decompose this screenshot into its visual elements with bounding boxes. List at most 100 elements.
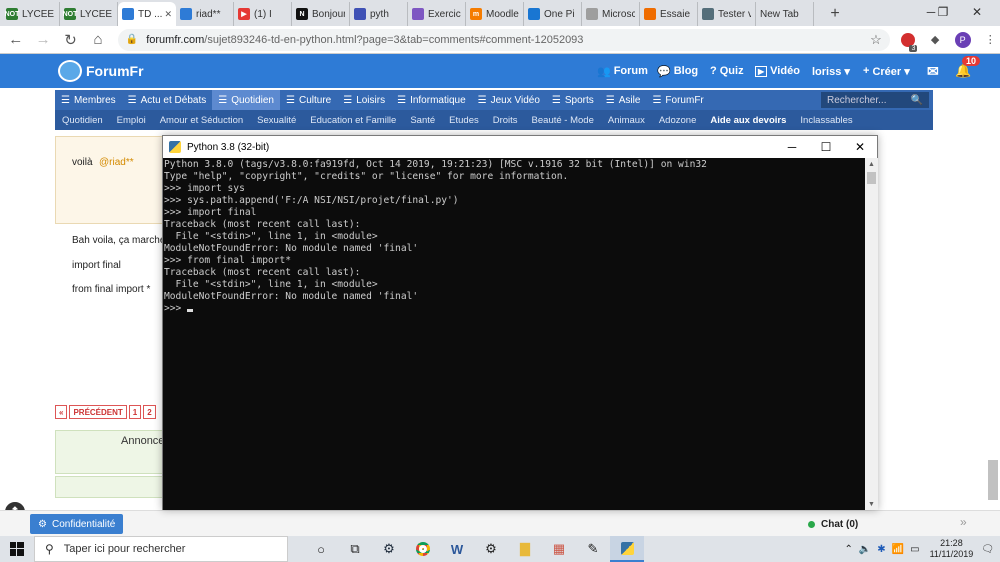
post-mention[interactable]: @riad**	[99, 157, 134, 168]
nav-quiz[interactable]: ? Quiz	[710, 62, 744, 80]
store-icon[interactable]: ▦	[542, 536, 576, 562]
python-taskbar-icon[interactable]	[610, 536, 644, 562]
category-item[interactable]: ☰ Asile	[600, 90, 647, 110]
tab-close-icon[interactable]: ✕	[164, 9, 172, 20]
user-menu[interactable]: loriss ▾	[812, 62, 850, 80]
search-icon[interactable]: 🔍	[911, 95, 923, 106]
browser-tab[interactable]: riad**	[176, 2, 234, 26]
pager-first[interactable]: «	[55, 405, 68, 419]
forward-icon[interactable]: →	[31, 28, 54, 52]
python-console-window[interactable]: Python 3.8 (32-bit) ─ ☐ ✕ Python 3.8.0 (…	[162, 135, 878, 510]
subcategory-item[interactable]: Quotidien	[55, 115, 110, 126]
browser-tab[interactable]: NOTLYCEE (	[60, 2, 118, 26]
nav-blog[interactable]: 💬 Blog	[657, 62, 698, 80]
site-search-input[interactable]: Rechercher... 🔍	[821, 92, 929, 108]
subcategory-item[interactable]: Amour et Séduction	[153, 115, 250, 126]
steam-icon[interactable]: ⚙	[372, 536, 406, 562]
subcategory-item[interactable]: Inclassables	[793, 115, 859, 126]
battery-icon[interactable]: ▭	[910, 544, 919, 555]
category-item[interactable]: ☰ Jeux Vidéo	[472, 90, 546, 110]
chrome-icon[interactable]	[406, 536, 440, 562]
subcategory-item[interactable]: Education et Famille	[303, 115, 403, 126]
python-console-output[interactable]: Python 3.8.0 (tags/v3.8.0:fa919fd, Oct 1…	[163, 158, 865, 510]
browser-tab[interactable]: N Bonjour	[292, 2, 350, 26]
category-item[interactable]: ☰ Informatique	[391, 90, 472, 110]
mail-icon[interactable]: ✉	[927, 62, 939, 80]
python-maximize-icon[interactable]: ☐	[809, 136, 843, 158]
category-item[interactable]: ☰ Loisirs	[337, 90, 391, 110]
subcategory-item[interactable]: Aide aux devoirs	[703, 115, 793, 126]
category-item[interactable]: ☰ Membres	[55, 90, 122, 110]
subcategory-item[interactable]: Adozone	[652, 115, 704, 126]
volume-icon[interactable]: 🔈	[859, 544, 871, 555]
taskbar-search-box[interactable]: ⚲ Taper ici pour rechercher	[34, 536, 288, 562]
chevron-right-icon[interactable]: »	[960, 515, 967, 529]
pager-page-2[interactable]: 2	[143, 405, 156, 419]
browser-tab[interactable]: TD ... ✕	[118, 2, 176, 26]
create-menu[interactable]: + Créer ▾	[863, 62, 910, 80]
browser-tab[interactable]: NOTLYCEE (	[2, 2, 60, 26]
category-item[interactable]: ☰ Culture	[280, 90, 337, 110]
network-icon[interactable]: 📶	[892, 544, 904, 555]
chat-button[interactable]: Chat (0)	[808, 515, 858, 533]
subcategory-item[interactable]: Droits	[486, 115, 525, 126]
subcategory-item[interactable]: Animaux	[601, 115, 652, 126]
category-item[interactable]: ☰ Actu et Débats	[122, 90, 213, 110]
subcategory-item[interactable]: Beauté - Mode	[525, 115, 601, 126]
category-item[interactable]: ☰ ForumFr	[646, 90, 709, 110]
home-icon[interactable]: ⌂	[86, 28, 109, 52]
browser-tab[interactable]: New Tab	[756, 2, 814, 26]
browser-tab[interactable]: One Pi	[524, 2, 582, 26]
scrollbar-thumb[interactable]	[867, 172, 876, 184]
browser-tab[interactable]: ▶ (1) I	[234, 2, 292, 26]
pager-page-1[interactable]: 1	[128, 405, 142, 419]
pager-prev[interactable]: PRÉCÉDENT	[69, 405, 127, 419]
python-window-titlebar[interactable]: Python 3.8 (32-bit)	[163, 136, 877, 158]
scroll-up-arrow-icon[interactable]: ▲	[865, 158, 878, 170]
subcategory-item[interactable]: Etudes	[442, 115, 486, 126]
category-item[interactable]: ☰ Quotidien	[212, 90, 280, 110]
browser-tab[interactable]: pyth	[350, 2, 408, 26]
subcategory-item[interactable]: Santé	[403, 115, 442, 126]
page-scrollbar[interactable]	[988, 460, 998, 500]
browser-tab[interactable]: Tester v	[698, 2, 756, 26]
python-minimize-icon[interactable]: ─	[775, 136, 809, 158]
file-explorer-icon[interactable]: ▇	[508, 536, 542, 562]
category-item[interactable]: ☰ Sports	[546, 90, 600, 110]
nav-video[interactable]: ▶ Vidéo	[755, 62, 800, 80]
restore-icon[interactable]: ❐	[928, 0, 958, 24]
console-prompt-line[interactable]: >>>	[164, 303, 864, 315]
cortana-icon[interactable]: ○	[304, 536, 338, 562]
nav-forum[interactable]: 👥 Forum	[597, 62, 648, 80]
windows-start-icon[interactable]	[0, 536, 34, 562]
scroll-down-arrow-icon[interactable]: ▼	[865, 498, 878, 510]
cast-icon[interactable]: ◆	[925, 30, 945, 50]
site-logo[interactable]: ForumFr	[58, 59, 144, 83]
browser-tab[interactable]: m Moodle	[466, 2, 524, 26]
notification-center-icon[interactable]: 🗨	[981, 544, 994, 555]
subcategory-item[interactable]: Emploi	[110, 115, 153, 126]
menu-kebab-icon[interactable]: ⋮	[980, 30, 1000, 50]
bookmark-star-icon[interactable]: ☆	[870, 32, 882, 48]
settings-icon[interactable]: ⚙	[474, 536, 508, 562]
profile-avatar[interactable]: P	[953, 30, 973, 50]
browser-tab[interactable]: Exercic	[408, 2, 466, 26]
bluetooth-icon[interactable]: ✱	[877, 544, 885, 555]
clock[interactable]: 21:28 11/11/2019	[930, 538, 974, 560]
address-bar[interactable]: 🔒 forumfr.com /sujet893246-td-en-python.…	[117, 28, 890, 51]
close-window-icon[interactable]: ✕	[954, 0, 1000, 24]
privacy-button[interactable]: ⚙ Confidentialité	[30, 514, 124, 534]
back-icon[interactable]: ←	[4, 28, 27, 52]
app-icon[interactable]: ✎	[576, 536, 610, 562]
reload-icon[interactable]: ↻	[59, 28, 82, 52]
subcategory-item[interactable]: Sexualité	[250, 115, 303, 126]
python-close-icon[interactable]: ✕	[843, 136, 877, 158]
task-view-icon[interactable]: ⧉	[338, 536, 372, 562]
python-console-scrollbar[interactable]: ▲ ▼	[865, 158, 878, 510]
chevron-up-icon[interactable]: ⌃	[844, 544, 852, 555]
extension-icon[interactable]: 3	[898, 30, 918, 52]
browser-tab[interactable]: Microsc	[582, 2, 640, 26]
browser-tab[interactable]: Essaie d	[640, 2, 698, 26]
new-tab-button[interactable]: +	[824, 2, 846, 26]
word-icon[interactable]: W	[440, 536, 474, 562]
